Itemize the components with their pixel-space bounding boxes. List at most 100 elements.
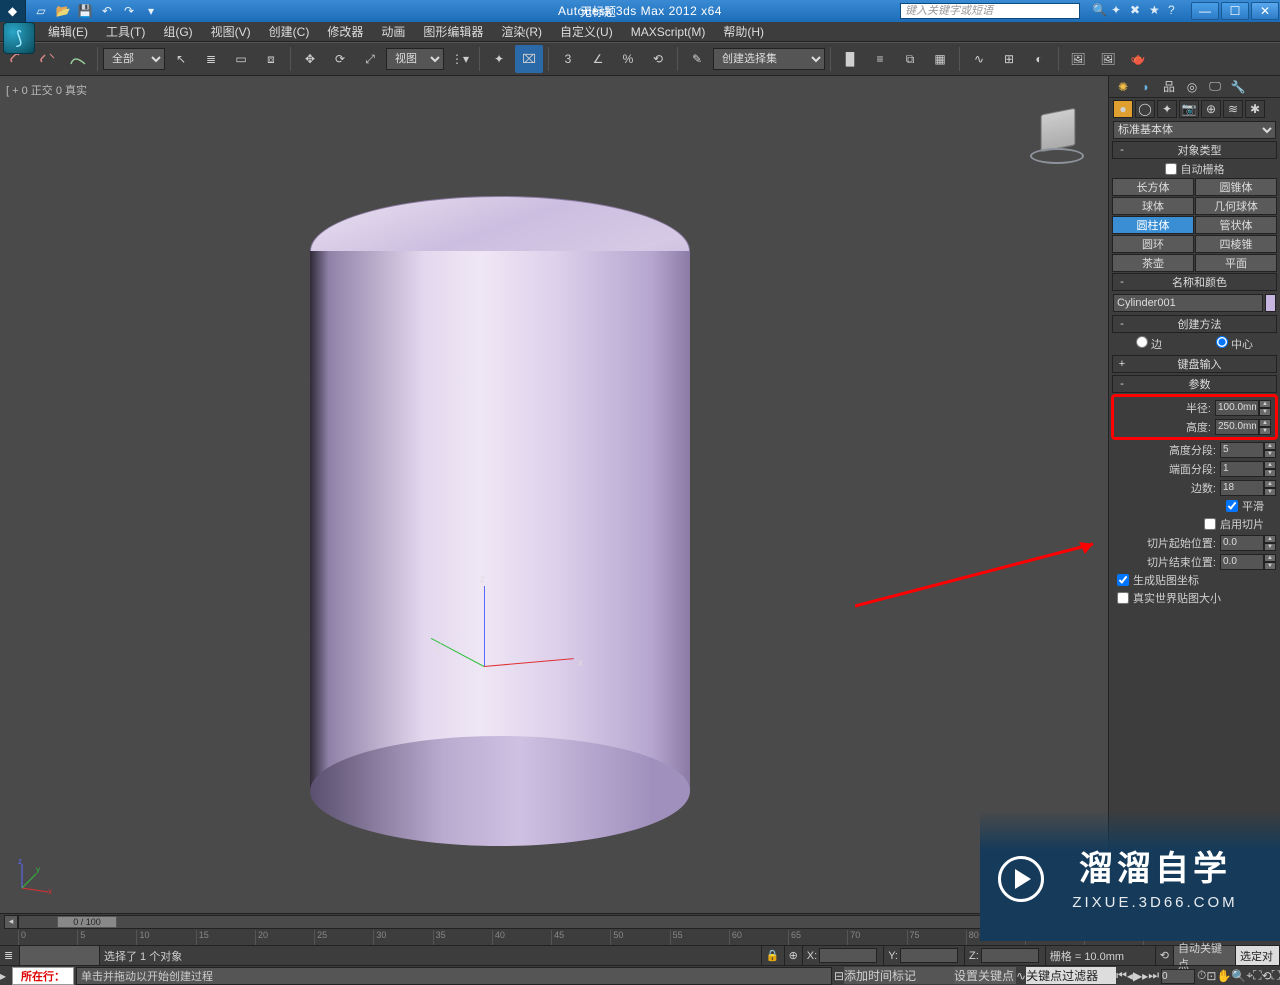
rollout-create-method[interactable]: -创建方法 xyxy=(1112,315,1277,333)
ref-coord-dropdown[interactable]: 视图 xyxy=(386,48,444,70)
menu-item[interactable]: 编辑(E) xyxy=(40,21,96,42)
sides-input[interactable] xyxy=(1220,480,1264,496)
spinner-snap-icon[interactable]: ⟲ xyxy=(644,45,672,73)
lock-selection-icon[interactable]: 🔒 xyxy=(762,946,785,965)
spacewarps-subtab-icon[interactable]: ≋ xyxy=(1223,100,1243,118)
timeslider-left-icon[interactable]: ◂ xyxy=(4,915,18,929)
menu-item[interactable]: 修改器 xyxy=(319,21,371,42)
slice-on-checkbox[interactable] xyxy=(1204,518,1216,530)
qat-undo-icon[interactable]: ↶ xyxy=(98,2,116,20)
create-tab-icon[interactable]: ✺ xyxy=(1113,78,1133,96)
primitive-button[interactable]: 长方体 xyxy=(1112,178,1194,196)
cylinder-object[interactable] xyxy=(310,196,690,791)
shapes-subtab-icon[interactable]: ◯ xyxy=(1135,100,1155,118)
goto-end-icon[interactable]: ⏭ xyxy=(1148,968,1159,983)
geometry-subtab-icon[interactable]: ● xyxy=(1113,100,1133,118)
hierarchy-tab-icon[interactable]: 品 xyxy=(1159,78,1179,96)
slice-from-input[interactable] xyxy=(1220,535,1264,551)
adaptive-degradation-icon[interactable]: ⟲ xyxy=(1156,946,1174,965)
primitive-button[interactable]: 几何球体 xyxy=(1195,197,1277,215)
add-time-tag[interactable]: 添加时间标记 xyxy=(844,967,954,984)
cap-segments-input[interactable] xyxy=(1220,461,1264,477)
play-icon[interactable]: ▶ xyxy=(1133,969,1142,983)
search-go-icon[interactable]: 🔍 xyxy=(1092,3,1108,19)
viewcube[interactable] xyxy=(1028,106,1088,166)
utilities-tab-icon[interactable]: 🔧 xyxy=(1228,78,1248,96)
gen-mapping-checkbox[interactable] xyxy=(1117,574,1129,586)
rollout-keyboard-entry[interactable]: +键盘输入 xyxy=(1112,355,1277,373)
align-icon[interactable]: ≡ xyxy=(866,45,894,73)
systems-subtab-icon[interactable]: ✱ xyxy=(1245,100,1265,118)
menu-item[interactable]: 创建(C) xyxy=(261,21,318,42)
infocenter-search[interactable]: 键入关键字或短语 xyxy=(900,3,1080,19)
pan-view-icon[interactable]: ✋ xyxy=(1216,969,1231,983)
qat-save-icon[interactable]: 💾 xyxy=(76,2,94,20)
select-rect-icon[interactable]: ▭ xyxy=(227,45,255,73)
setkey-button[interactable]: 设置关键点 xyxy=(954,967,1016,984)
primitive-button[interactable]: 圆锥体 xyxy=(1195,178,1277,196)
qat-dropdown-icon[interactable]: ▾ xyxy=(142,2,160,20)
key-filters-button[interactable]: 关键点过滤器 xyxy=(1026,967,1116,984)
move-icon[interactable]: ✥ xyxy=(296,45,324,73)
window-crossing-icon[interactable]: ⧈ xyxy=(257,45,285,73)
graphite-icon[interactable]: ▦ xyxy=(926,45,954,73)
menu-item[interactable]: 自定义(U) xyxy=(552,21,621,42)
script-recorder[interactable] xyxy=(20,946,100,965)
favorite-icon[interactable]: ★ xyxy=(1149,3,1165,19)
isolate-icon[interactable]: ⊡ xyxy=(1206,969,1216,983)
select-by-name-icon[interactable]: ≣ xyxy=(197,45,225,73)
menu-item[interactable]: MAXScript(M) xyxy=(623,23,714,41)
zoom-icon[interactable]: 🔍 xyxy=(1231,969,1246,983)
key-tangent-icon[interactable]: ∿ xyxy=(1016,969,1026,983)
help-icon[interactable]: ? xyxy=(1168,3,1184,19)
height-segments-input[interactable] xyxy=(1220,442,1264,458)
absolute-mode-icon[interactable]: ⊕ xyxy=(785,946,803,965)
subscription-icon[interactable]: ✦ xyxy=(1111,3,1127,19)
mirror-icon[interactable]: ▐▌ xyxy=(836,45,864,73)
maxscript-mini-icon[interactable]: ≣ xyxy=(0,946,20,965)
rendered-frame-icon[interactable]: 🖼 xyxy=(1094,45,1122,73)
menu-item[interactable]: 图形编辑器 xyxy=(415,21,491,42)
rotate-icon[interactable]: ⟳ xyxy=(326,45,354,73)
primitive-button[interactable]: 茶壶 xyxy=(1112,254,1194,272)
radius-spinner-up[interactable]: ▲ xyxy=(1259,400,1271,408)
schematic-view-icon[interactable]: ⊞ xyxy=(995,45,1023,73)
object-name-input[interactable] xyxy=(1113,294,1263,312)
radius-spinner-down[interactable]: ▼ xyxy=(1259,408,1271,416)
maximize-viewport-icon[interactable]: ⛶ xyxy=(1272,968,1280,983)
named-selection-dropdown[interactable]: 创建选择集 xyxy=(713,48,825,70)
coord-y-input[interactable] xyxy=(900,948,958,963)
method-center-radio[interactable]: 中心 xyxy=(1216,336,1253,352)
primitive-button[interactable]: 圆环 xyxy=(1112,235,1194,253)
modify-tab-icon[interactable]: ◗ xyxy=(1136,78,1156,96)
close-button[interactable]: ✕ xyxy=(1251,2,1279,20)
rollout-parameters[interactable]: -参数 xyxy=(1112,375,1277,393)
motion-tab-icon[interactable]: ◎ xyxy=(1182,78,1202,96)
material-editor-icon[interactable]: ◐ xyxy=(1025,45,1053,73)
minimize-button[interactable]: — xyxy=(1191,2,1219,20)
primitive-button[interactable]: 四棱锥 xyxy=(1195,235,1277,253)
smooth-checkbox[interactable] xyxy=(1226,500,1238,512)
snap-toggle-3-icon[interactable]: 3 xyxy=(554,45,582,73)
primitive-button[interactable]: 管状体 xyxy=(1195,216,1277,234)
keyboard-shortcut-icon[interactable]: ⌧ xyxy=(515,45,543,73)
selection-filter-dropdown[interactable]: 全部 xyxy=(103,48,165,70)
object-color-swatch[interactable] xyxy=(1265,294,1276,312)
cameras-subtab-icon[interactable]: 📷 xyxy=(1179,100,1199,118)
maximize-button[interactable]: ☐ xyxy=(1221,2,1249,20)
sel-locked-button[interactable]: 选定对 xyxy=(1236,946,1280,965)
real-world-checkbox[interactable] xyxy=(1117,592,1129,604)
helpers-subtab-icon[interactable]: ⊕ xyxy=(1201,100,1221,118)
radius-input[interactable] xyxy=(1215,400,1259,416)
use-pivot-center-icon[interactable]: ⋮▾ xyxy=(446,45,474,73)
angle-snap-icon[interactable]: ∠ xyxy=(584,45,612,73)
edit-named-sel-icon[interactable]: ✎ xyxy=(683,45,711,73)
menu-item[interactable]: 组(G) xyxy=(155,21,200,42)
bind-space-warp-icon[interactable] xyxy=(64,45,92,73)
lights-subtab-icon[interactable]: ✦ xyxy=(1157,100,1177,118)
time-slider-thumb[interactable]: 0 / 100 xyxy=(57,916,117,928)
primitive-button[interactable]: 球体 xyxy=(1112,197,1194,215)
display-tab-icon[interactable]: 🖵 xyxy=(1205,78,1225,96)
select-manipulate-icon[interactable]: ✦ xyxy=(485,45,513,73)
coord-x-input[interactable] xyxy=(819,948,877,963)
